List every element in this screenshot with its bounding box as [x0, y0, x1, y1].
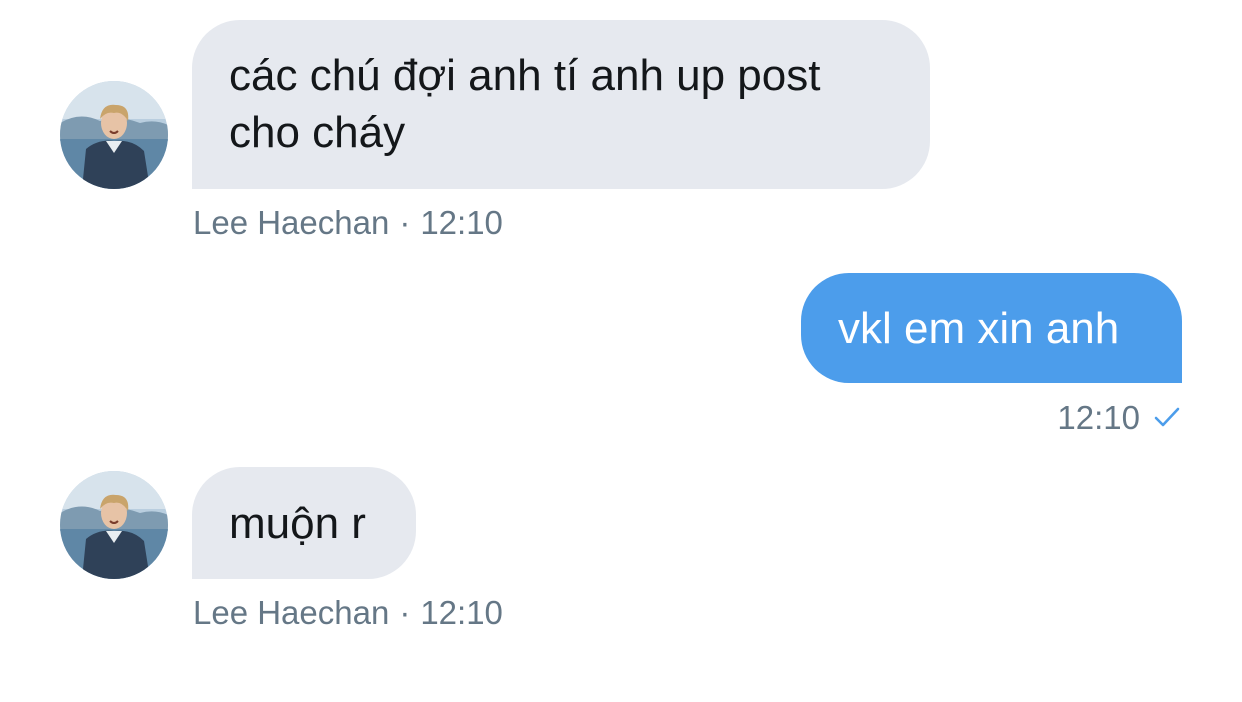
message-bubble-incoming[interactable]: các chú đợi anh tí anh up post cho cháy — [192, 20, 930, 189]
meta-separator: · — [399, 594, 411, 631]
message-meta: 12:10 — [1057, 398, 1180, 438]
avatar[interactable] — [60, 81, 168, 189]
avatar[interactable] — [60, 471, 168, 579]
message-time: 12:10 — [420, 204, 503, 241]
sender-name[interactable]: Lee Haechan — [193, 594, 389, 631]
sender-name[interactable]: Lee Haechan — [193, 204, 389, 241]
message-text: vkl em xin anh — [838, 304, 1120, 353]
message-meta: Lee Haechan · 12:10 — [193, 593, 503, 633]
avatar-image — [60, 81, 168, 189]
message-time: 12:10 — [1057, 399, 1140, 436]
checkmark-icon — [1154, 397, 1180, 437]
avatar-image — [60, 471, 168, 579]
meta-separator: · — [399, 204, 411, 241]
message-text: muộn r — [229, 499, 366, 548]
message-bubble-outgoing[interactable]: vkl em xin anh — [801, 273, 1182, 383]
message-text: các chú đợi anh tí anh up post cho cháy — [229, 51, 821, 157]
message-time: 12:10 — [420, 594, 503, 631]
message-bubble-incoming[interactable]: muộn r — [192, 467, 416, 579]
message-meta: Lee Haechan · 12:10 — [193, 203, 503, 243]
